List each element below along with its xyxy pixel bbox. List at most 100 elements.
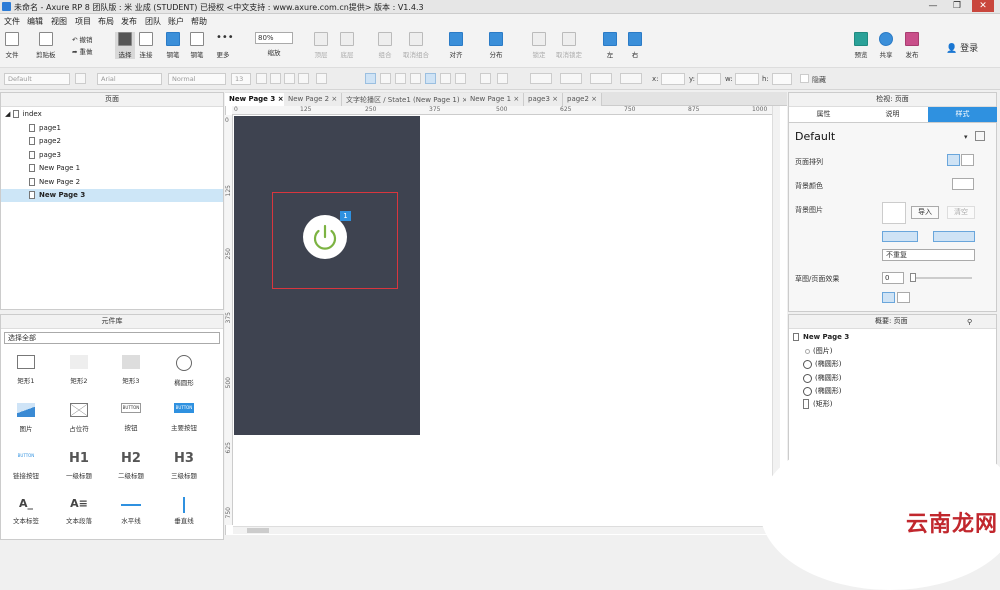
- w-input[interactable]: [735, 73, 759, 85]
- outline-page[interactable]: New Page 3: [793, 333, 849, 341]
- font-select[interactable]: Arial: [97, 73, 162, 85]
- minimize-button[interactable]: —: [922, 0, 944, 12]
- fill-color-icon[interactable]: [480, 73, 491, 84]
- align-left-page-icon[interactable]: [947, 154, 960, 166]
- lib-vline[interactable]: 垂直线: [159, 497, 209, 525]
- distribute-button[interactable]: 分布: [489, 32, 503, 59]
- preview-button[interactable]: 预览: [854, 32, 868, 59]
- menu-team[interactable]: 团队: [145, 16, 161, 27]
- right-button[interactable]: 右: [628, 32, 642, 59]
- tab-new-page-2[interactable]: New Page 2 ×: [284, 93, 343, 106]
- weight-select[interactable]: Normal: [168, 73, 226, 85]
- menu-project[interactable]: 项目: [75, 16, 91, 27]
- lib-rect-1[interactable]: 矩形1: [1, 355, 51, 385]
- filter-icon[interactable]: ⚲: [967, 318, 972, 326]
- close-icon[interactable]: ×: [278, 95, 284, 103]
- tree-item-page3[interactable]: page3: [29, 151, 61, 159]
- arrow-style-icon[interactable]: [620, 73, 642, 84]
- menu-layout[interactable]: 布局: [98, 16, 114, 27]
- style-edit-icon[interactable]: [75, 73, 86, 84]
- lib-h2[interactable]: H2 二级标题: [106, 451, 156, 480]
- style-name[interactable]: Default: [795, 130, 835, 143]
- lib-text-paragraph[interactable]: A≡ 文本段落: [54, 497, 104, 525]
- align-center-page-icon[interactable]: [961, 154, 974, 166]
- power-button-circle[interactable]: [303, 215, 347, 259]
- tab-properties[interactable]: 属性: [789, 107, 858, 122]
- lock-button[interactable]: 锁定: [532, 32, 546, 59]
- left-button[interactable]: 左: [603, 32, 617, 59]
- image-align-group-2[interactable]: [933, 231, 975, 242]
- vertical-scrollbar[interactable]: [772, 106, 780, 526]
- redo-button[interactable]: ➦ 重做: [72, 46, 93, 56]
- sketch-input[interactable]: 0: [882, 272, 904, 284]
- line-width-icon[interactable]: [560, 73, 582, 84]
- tree-item-new-page-2[interactable]: New Page 2: [29, 178, 80, 186]
- maximize-button[interactable]: ❐: [946, 0, 968, 12]
- tab-new-page-3[interactable]: New Page 3 ×: [225, 93, 289, 106]
- align-left-text-icon[interactable]: [365, 73, 376, 84]
- repeat-select[interactable]: 不重复: [882, 249, 975, 261]
- x-input[interactable]: [661, 73, 685, 85]
- ungroup-button[interactable]: 取消组合: [403, 32, 429, 59]
- lib-ellipse[interactable]: 椭圆形: [159, 355, 209, 387]
- valign-middle-icon[interactable]: [440, 73, 451, 84]
- tab-new-page-1[interactable]: New Page 1 ×: [466, 93, 525, 106]
- file-button[interactable]: 文件: [5, 32, 19, 59]
- lib-primary-button[interactable]: BUTTON 主要按钮: [159, 403, 209, 432]
- line-style-icon[interactable]: [590, 73, 612, 84]
- zoom-select[interactable]: 80%: [255, 32, 293, 44]
- bg-color-picker[interactable]: [952, 178, 974, 190]
- tree-item-page1[interactable]: page1: [29, 124, 61, 132]
- lib-text-label[interactable]: A_ 文本标签: [1, 497, 51, 525]
- tab-notes[interactable]: 说明: [858, 107, 927, 122]
- close-button[interactable]: ✕: [972, 0, 994, 12]
- align-center-text-icon[interactable]: [380, 73, 391, 84]
- list-icon[interactable]: [316, 73, 327, 84]
- import-button[interactable]: 导入: [911, 206, 939, 219]
- outline-item-image[interactable]: (图片): [803, 346, 832, 356]
- tree-item-new-page-3[interactable]: New Page 3: [1, 189, 223, 202]
- valign-bottom-icon[interactable]: [455, 73, 466, 84]
- menu-help[interactable]: 帮助: [191, 16, 207, 27]
- underline-icon[interactable]: [284, 73, 295, 84]
- menu-view[interactable]: 视图: [51, 16, 67, 27]
- outline-item-rect[interactable]: (矩形): [803, 399, 832, 409]
- lib-rect-3[interactable]: 矩形3: [106, 355, 156, 385]
- lib-image[interactable]: 图片: [1, 403, 51, 433]
- outline-item-ellipse-3[interactable]: (椭圆形): [803, 386, 841, 396]
- tab-style[interactable]: 样式: [928, 107, 997, 122]
- tree-item-page2[interactable]: page2: [29, 137, 61, 145]
- menu-file[interactable]: 文件: [4, 16, 20, 27]
- h-input[interactable]: [772, 73, 792, 85]
- clipboard-button[interactable]: 剪贴板: [36, 32, 56, 59]
- tab-page3[interactable]: page3 ×: [524, 93, 564, 106]
- menu-account[interactable]: 账户: [168, 16, 184, 27]
- lib-hline[interactable]: 水平线: [106, 497, 156, 525]
- horizontal-scrollbar[interactable]: [233, 526, 773, 534]
- menu-publish[interactable]: 发布: [121, 16, 137, 27]
- line-color-icon[interactable]: [530, 73, 552, 84]
- lib-rect-2[interactable]: 矩形2: [54, 355, 104, 385]
- share-button[interactable]: 共享: [879, 32, 893, 59]
- font-color-icon[interactable]: [298, 73, 309, 84]
- library-select[interactable]: 选择全部: [4, 332, 220, 344]
- sketch-slider[interactable]: [910, 277, 972, 279]
- y-input[interactable]: [697, 73, 721, 85]
- top-layer-button[interactable]: 顶层: [314, 32, 328, 59]
- align-right-text-icon[interactable]: [395, 73, 406, 84]
- clear-button[interactable]: 清空: [947, 206, 975, 219]
- connect-tool[interactable]: 连接: [139, 32, 153, 59]
- lib-h1[interactable]: H1 一级标题: [54, 451, 104, 480]
- align-justify-text-icon[interactable]: [410, 73, 421, 84]
- style-edit-icon[interactable]: [975, 131, 985, 141]
- hidden-checkbox[interactable]: [800, 74, 809, 83]
- close-icon[interactable]: ×: [591, 95, 597, 103]
- grayscale-mode-icon[interactable]: [897, 292, 910, 303]
- font-size-select[interactable]: 13: [231, 73, 251, 85]
- outline-item-ellipse-2[interactable]: (椭圆形): [803, 373, 841, 383]
- bottom-layer-button[interactable]: 底层: [340, 32, 354, 59]
- tab-text-carousel[interactable]: 文字轮播区 / State1 (New Page 1) ×: [342, 93, 473, 106]
- close-icon[interactable]: ×: [331, 95, 337, 103]
- group-button[interactable]: 组合: [378, 32, 392, 59]
- outline-item-ellipse-1[interactable]: (椭圆形): [803, 359, 841, 369]
